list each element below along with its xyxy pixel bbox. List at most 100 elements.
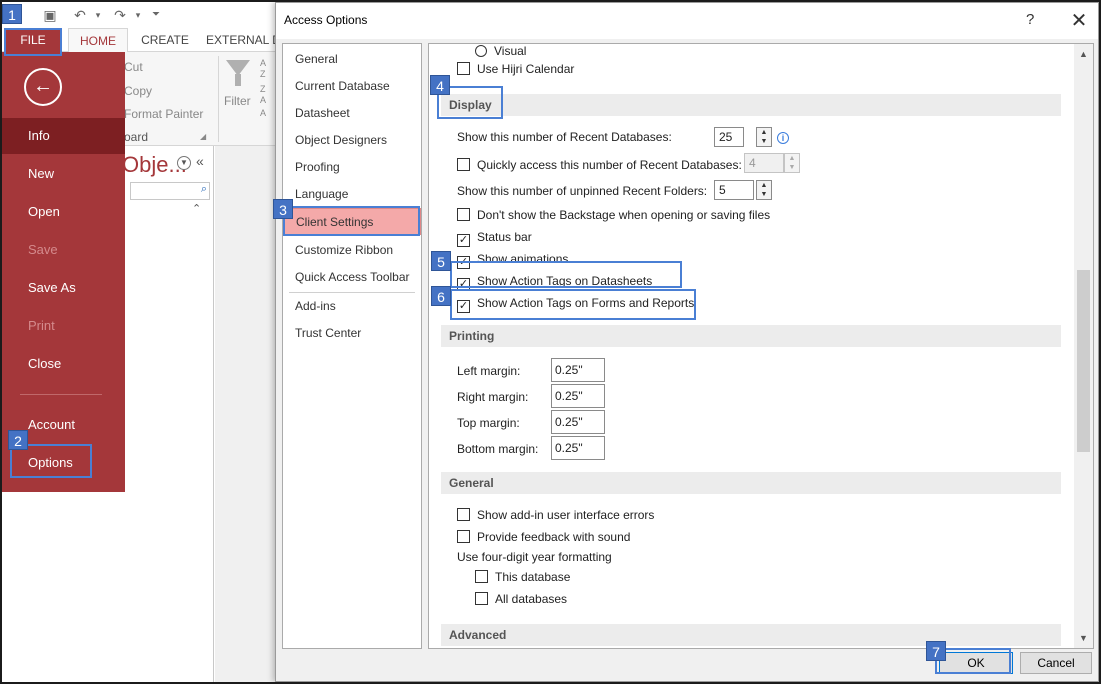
shutter-bar-close-icon[interactable]: «: [196, 153, 204, 169]
category-language[interactable]: Language: [283, 181, 421, 208]
save-icon[interactable]: ▣: [42, 7, 58, 23]
step-1-highlight: [4, 28, 62, 56]
category-add-ins[interactable]: Add-ins: [283, 293, 421, 320]
undo-dropdown-icon[interactable]: ▾: [90, 7, 106, 23]
option-all-databases[interactable]: All databases: [475, 590, 567, 608]
step-6-badge: 6: [431, 286, 451, 306]
section-display: Display: [441, 94, 1061, 116]
backstage-new[interactable]: New: [2, 156, 125, 192]
option-this-database[interactable]: This database: [475, 568, 570, 586]
option-hijri-calendar[interactable]: Use Hijri Calendar: [457, 60, 574, 78]
status-bar-checkbox[interactable]: ✓: [457, 234, 470, 247]
backstage-save-as[interactable]: Save As: [2, 270, 125, 306]
visual-radio[interactable]: [475, 45, 487, 57]
addin-errors-checkbox[interactable]: [457, 508, 470, 521]
backstage-panel: ← Info New Open Save Save As Print Close…: [2, 52, 125, 492]
category-quick-access-toolbar[interactable]: Quick Access Toolbar: [283, 264, 421, 291]
scrollbar-thumb[interactable]: [1077, 270, 1090, 452]
option-no-backstage[interactable]: Don't show the Backstage when opening or…: [457, 206, 770, 224]
cancel-button[interactable]: Cancel: [1020, 652, 1092, 674]
left-margin-input[interactable]: 0.25": [551, 358, 605, 382]
quick-access-toolbar: A ▣ ↶ ▾ ↷ ▾ ⏷: [2, 2, 278, 28]
search-icon: ⌕: [200, 183, 207, 195]
right-margin-input[interactable]: 0.25": [551, 384, 605, 408]
filter-button[interactable]: Filter: [224, 94, 251, 108]
sort-ascending-icon[interactable]: AZ: [260, 58, 266, 80]
this-database-checkbox[interactable]: [475, 570, 488, 583]
cut-button[interactable]: Cut: [124, 60, 143, 74]
recent-db-label: Show this number of Recent Databases:: [457, 130, 672, 144]
step-3-highlight: [283, 206, 420, 236]
dialog-title: Access Options: [284, 13, 368, 27]
bottom-margin-input[interactable]: 0.25": [551, 436, 605, 460]
step-7-highlight: [935, 648, 1011, 674]
customize-qat-icon[interactable]: ⏷: [148, 7, 164, 23]
scroll-down-icon[interactable]: ▼: [1074, 630, 1093, 646]
info-icon: i: [777, 132, 789, 144]
left-margin-label: Left margin:: [457, 364, 521, 378]
step-6-highlight: [450, 289, 696, 320]
quick-access-spinner: ▲ ▼: [784, 153, 800, 173]
category-current-database[interactable]: Current Database: [283, 73, 421, 100]
option-status-bar[interactable]: ✓ Status bar: [457, 228, 532, 247]
step-7-badge: 7: [926, 641, 946, 661]
bottom-margin-label: Bottom margin:: [457, 442, 539, 456]
category-customize-ribbon[interactable]: Customize Ribbon: [283, 237, 421, 264]
no-backstage-checkbox[interactable]: [457, 208, 470, 221]
step-5-highlight: [450, 261, 682, 288]
recent-db-spinner[interactable]: ▲ ▼: [756, 127, 772, 147]
help-icon[interactable]: ?: [1026, 11, 1034, 28]
format-painter-button[interactable]: Format Painter: [124, 107, 203, 121]
scroll-up-icon[interactable]: ▲: [1074, 46, 1093, 62]
filter-icon-stem: [235, 74, 241, 86]
tab-external-data[interactable]: EXTERNAL D: [206, 28, 278, 52]
remove-sort-icon[interactable]: A: [260, 108, 266, 118]
option-addin-errors[interactable]: Show add-in user interface errors: [457, 506, 654, 524]
backstage-close[interactable]: Close: [2, 346, 125, 382]
collapse-group-icon[interactable]: ⌃: [192, 202, 201, 215]
dialog-launcher-icon[interactable]: ◢: [200, 132, 206, 141]
category-proofing[interactable]: Proofing: [283, 154, 421, 181]
step-4-badge: 4: [430, 75, 450, 95]
redo-dropdown-icon[interactable]: ▾: [130, 7, 146, 23]
right-margin-label: Right margin:: [457, 390, 529, 404]
hijri-checkbox[interactable]: [457, 62, 470, 75]
undo-icon[interactable]: ↶: [72, 7, 88, 23]
option-quick-access-recent[interactable]: Quickly access this number of Recent Dat…: [457, 156, 742, 174]
unpinned-folders-input[interactable]: 5: [714, 180, 754, 200]
document-area: [215, 146, 278, 682]
back-arrow-icon[interactable]: ←: [24, 68, 62, 106]
option-feedback-sound[interactable]: Provide feedback with sound: [457, 528, 630, 546]
nav-menu-dropdown-icon[interactable]: ▼: [177, 156, 191, 170]
step-1-badge: 1: [2, 4, 22, 24]
backstage-print: Print: [28, 318, 55, 333]
section-general: General: [441, 472, 1061, 494]
backstage-info[interactable]: Info: [2, 118, 125, 154]
all-databases-checkbox[interactable]: [475, 592, 488, 605]
recent-db-input[interactable]: 25: [714, 127, 744, 147]
redo-icon[interactable]: ↷: [112, 7, 128, 23]
category-datasheet[interactable]: Datasheet: [283, 100, 421, 127]
unpinned-folders-spinner[interactable]: ▲ ▼: [756, 180, 772, 200]
ribbon-divider: [218, 56, 219, 142]
top-margin-input[interactable]: 0.25": [551, 410, 605, 434]
unpinned-folders-label: Show this number of unpinned Recent Fold…: [457, 184, 708, 198]
category-general[interactable]: General: [283, 46, 421, 73]
category-trust-center[interactable]: Trust Center: [283, 320, 421, 347]
tab-home[interactable]: HOME: [68, 28, 128, 52]
category-object-designers[interactable]: Object Designers: [283, 127, 421, 154]
feedback-sound-checkbox[interactable]: [457, 530, 470, 543]
step-2-badge: 2: [8, 430, 28, 450]
clipboard-group-label: oard: [124, 130, 149, 144]
tab-create[interactable]: CREATE: [140, 28, 190, 52]
step-5-badge: 5: [431, 251, 451, 271]
backstage-open[interactable]: Open: [2, 194, 125, 230]
sort-descending-icon[interactable]: ZA: [260, 84, 266, 106]
step-3-badge: 3: [273, 199, 293, 219]
nav-search-input[interactable]: ⌕: [130, 182, 210, 200]
copy-button[interactable]: Copy: [124, 84, 152, 98]
option-visual[interactable]: Visual: [475, 44, 526, 60]
quick-access-checkbox[interactable]: [457, 158, 470, 171]
dialog-titlebar: Access Options ? ✕: [276, 3, 1098, 39]
close-icon[interactable]: ✕: [1068, 8, 1090, 32]
